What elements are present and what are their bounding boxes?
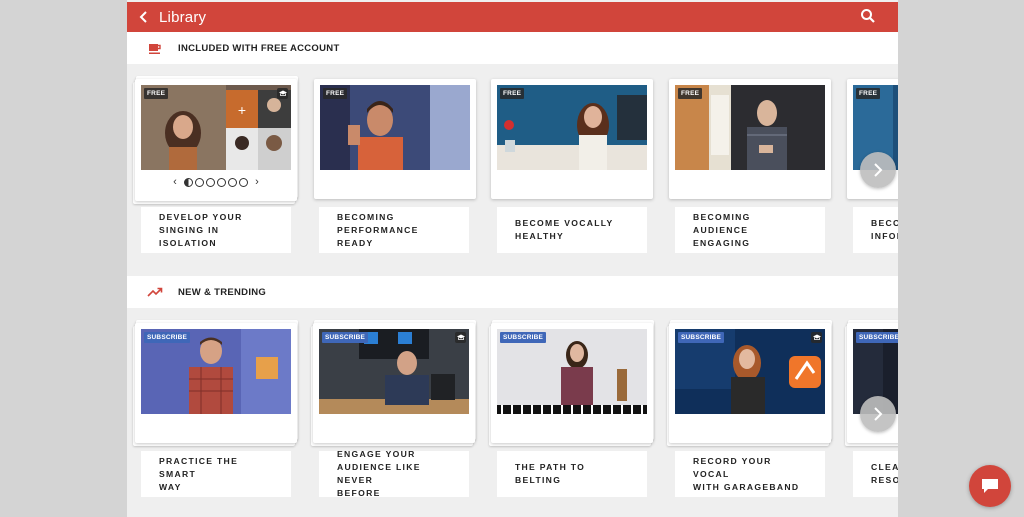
pager-prev-button[interactable]: ‹ — [168, 177, 182, 188]
course-label[interactable]: BECONINFOR — [853, 207, 898, 253]
course-card[interactable]: FREE — [669, 79, 831, 201]
course-thumbnail: SUBSCRIBE — [319, 329, 469, 414]
course-label[interactable]: RECORD YOUR VOCAL WITH GARAGEBAND — [675, 451, 825, 497]
section-header-trending: NEW & TRENDING — [127, 276, 898, 308]
free-badge: FREE — [144, 88, 169, 99]
chevron-right-icon — [874, 163, 883, 177]
subscribe-badge: SUBSCRIBE — [856, 332, 898, 343]
search-icon — [861, 9, 875, 23]
section-title: NEW & TRENDING — [178, 286, 267, 298]
graduation-cap-icon — [455, 332, 466, 343]
chevron-right-icon — [874, 407, 883, 421]
course-label[interactable]: BECOMING PERFORMANCE READY — [319, 207, 469, 253]
course-label[interactable]: BECOMING AUDIENCE ENGAGING — [675, 207, 825, 253]
pager-dot[interactable] — [184, 177, 193, 187]
pager-dot[interactable] — [195, 177, 204, 187]
course-label[interactable]: THE PATH TO BELTING — [497, 451, 647, 497]
coffee-cup-icon — [147, 40, 163, 56]
course-card[interactable]: + FREE ‹ › — [133, 76, 298, 204]
free-badge: FREE — [500, 88, 525, 99]
free-badge: FREE — [856, 88, 881, 99]
chat-bubble-icon — [982, 479, 998, 493]
course-label[interactable]: PRACTICE THE SMART WAY — [141, 451, 291, 497]
pager-dot[interactable] — [228, 177, 237, 187]
free-badge: FREE — [323, 88, 348, 99]
carousel-next-button[interactable] — [860, 152, 896, 188]
pager-next-button[interactable]: › — [250, 177, 264, 188]
course-card[interactable]: SUBSCRIBE — [667, 320, 832, 448]
pager-dot[interactable] — [239, 177, 248, 187]
course-card[interactable]: SUBSCRIBE — [489, 320, 654, 448]
chat-button[interactable] — [969, 465, 1011, 507]
course-thumbnail: FREE — [497, 85, 647, 170]
course-label[interactable]: ENGAGE YOUR AUDIENCE LIKE NEVER BEFORE — [319, 449, 469, 498]
subscribe-badge: SUBSCRIBE — [500, 332, 547, 343]
course-label[interactable]: BECOME VOCALLY HEALTHY — [497, 207, 647, 253]
course-thumbnail: FREE — [320, 85, 470, 170]
subscribe-badge: SUBSCRIBE — [144, 332, 191, 343]
chevron-left-icon — [139, 11, 147, 23]
back-button[interactable] — [133, 2, 155, 32]
course-thumbnail: SUBSCRIBE — [675, 329, 825, 414]
course-card[interactable]: SUBSCRIBE — [311, 320, 476, 448]
search-button[interactable] — [860, 8, 878, 26]
app-header: Library — [127, 2, 898, 32]
course-thumbnail: SUBSCRIBE — [141, 329, 291, 414]
section-title: INCLUDED WITH FREE ACCOUNT — [178, 42, 340, 54]
graduation-cap-icon — [277, 88, 288, 99]
course-card[interactable]: FREE — [314, 79, 476, 201]
page-title: Library — [159, 8, 207, 26]
subscribe-badge: SUBSCRIBE — [322, 332, 369, 343]
pager-dot[interactable] — [206, 177, 215, 187]
free-badge: FREE — [678, 88, 703, 99]
course-label[interactable]: CLEAFRESON — [853, 451, 898, 497]
graduation-cap-icon — [811, 332, 822, 343]
course-thumbnail: + FREE — [141, 85, 291, 170]
course-card[interactable]: SUBSCRIBE — [133, 320, 298, 448]
carousel-next-button[interactable] — [860, 396, 896, 432]
trending-up-icon — [147, 284, 163, 300]
section-header-free: INCLUDED WITH FREE ACCOUNT — [127, 32, 898, 64]
thumbnail-pager: ‹ › — [135, 177, 297, 188]
course-card[interactable]: FREE — [491, 79, 653, 201]
svg-text:+: + — [238, 102, 246, 118]
course-thumbnail: FREE — [675, 85, 825, 170]
pager-dot[interactable] — [217, 177, 226, 187]
subscribe-badge: SUBSCRIBE — [678, 332, 725, 343]
course-label[interactable]: DEVELOP YOUR SINGING IN ISOLATION — [141, 207, 291, 253]
course-thumbnail: SUBSCRIBE — [497, 329, 647, 414]
library-app: Library INCLUDED WITH FREE ACCOUNT + FRE… — [127, 0, 898, 517]
